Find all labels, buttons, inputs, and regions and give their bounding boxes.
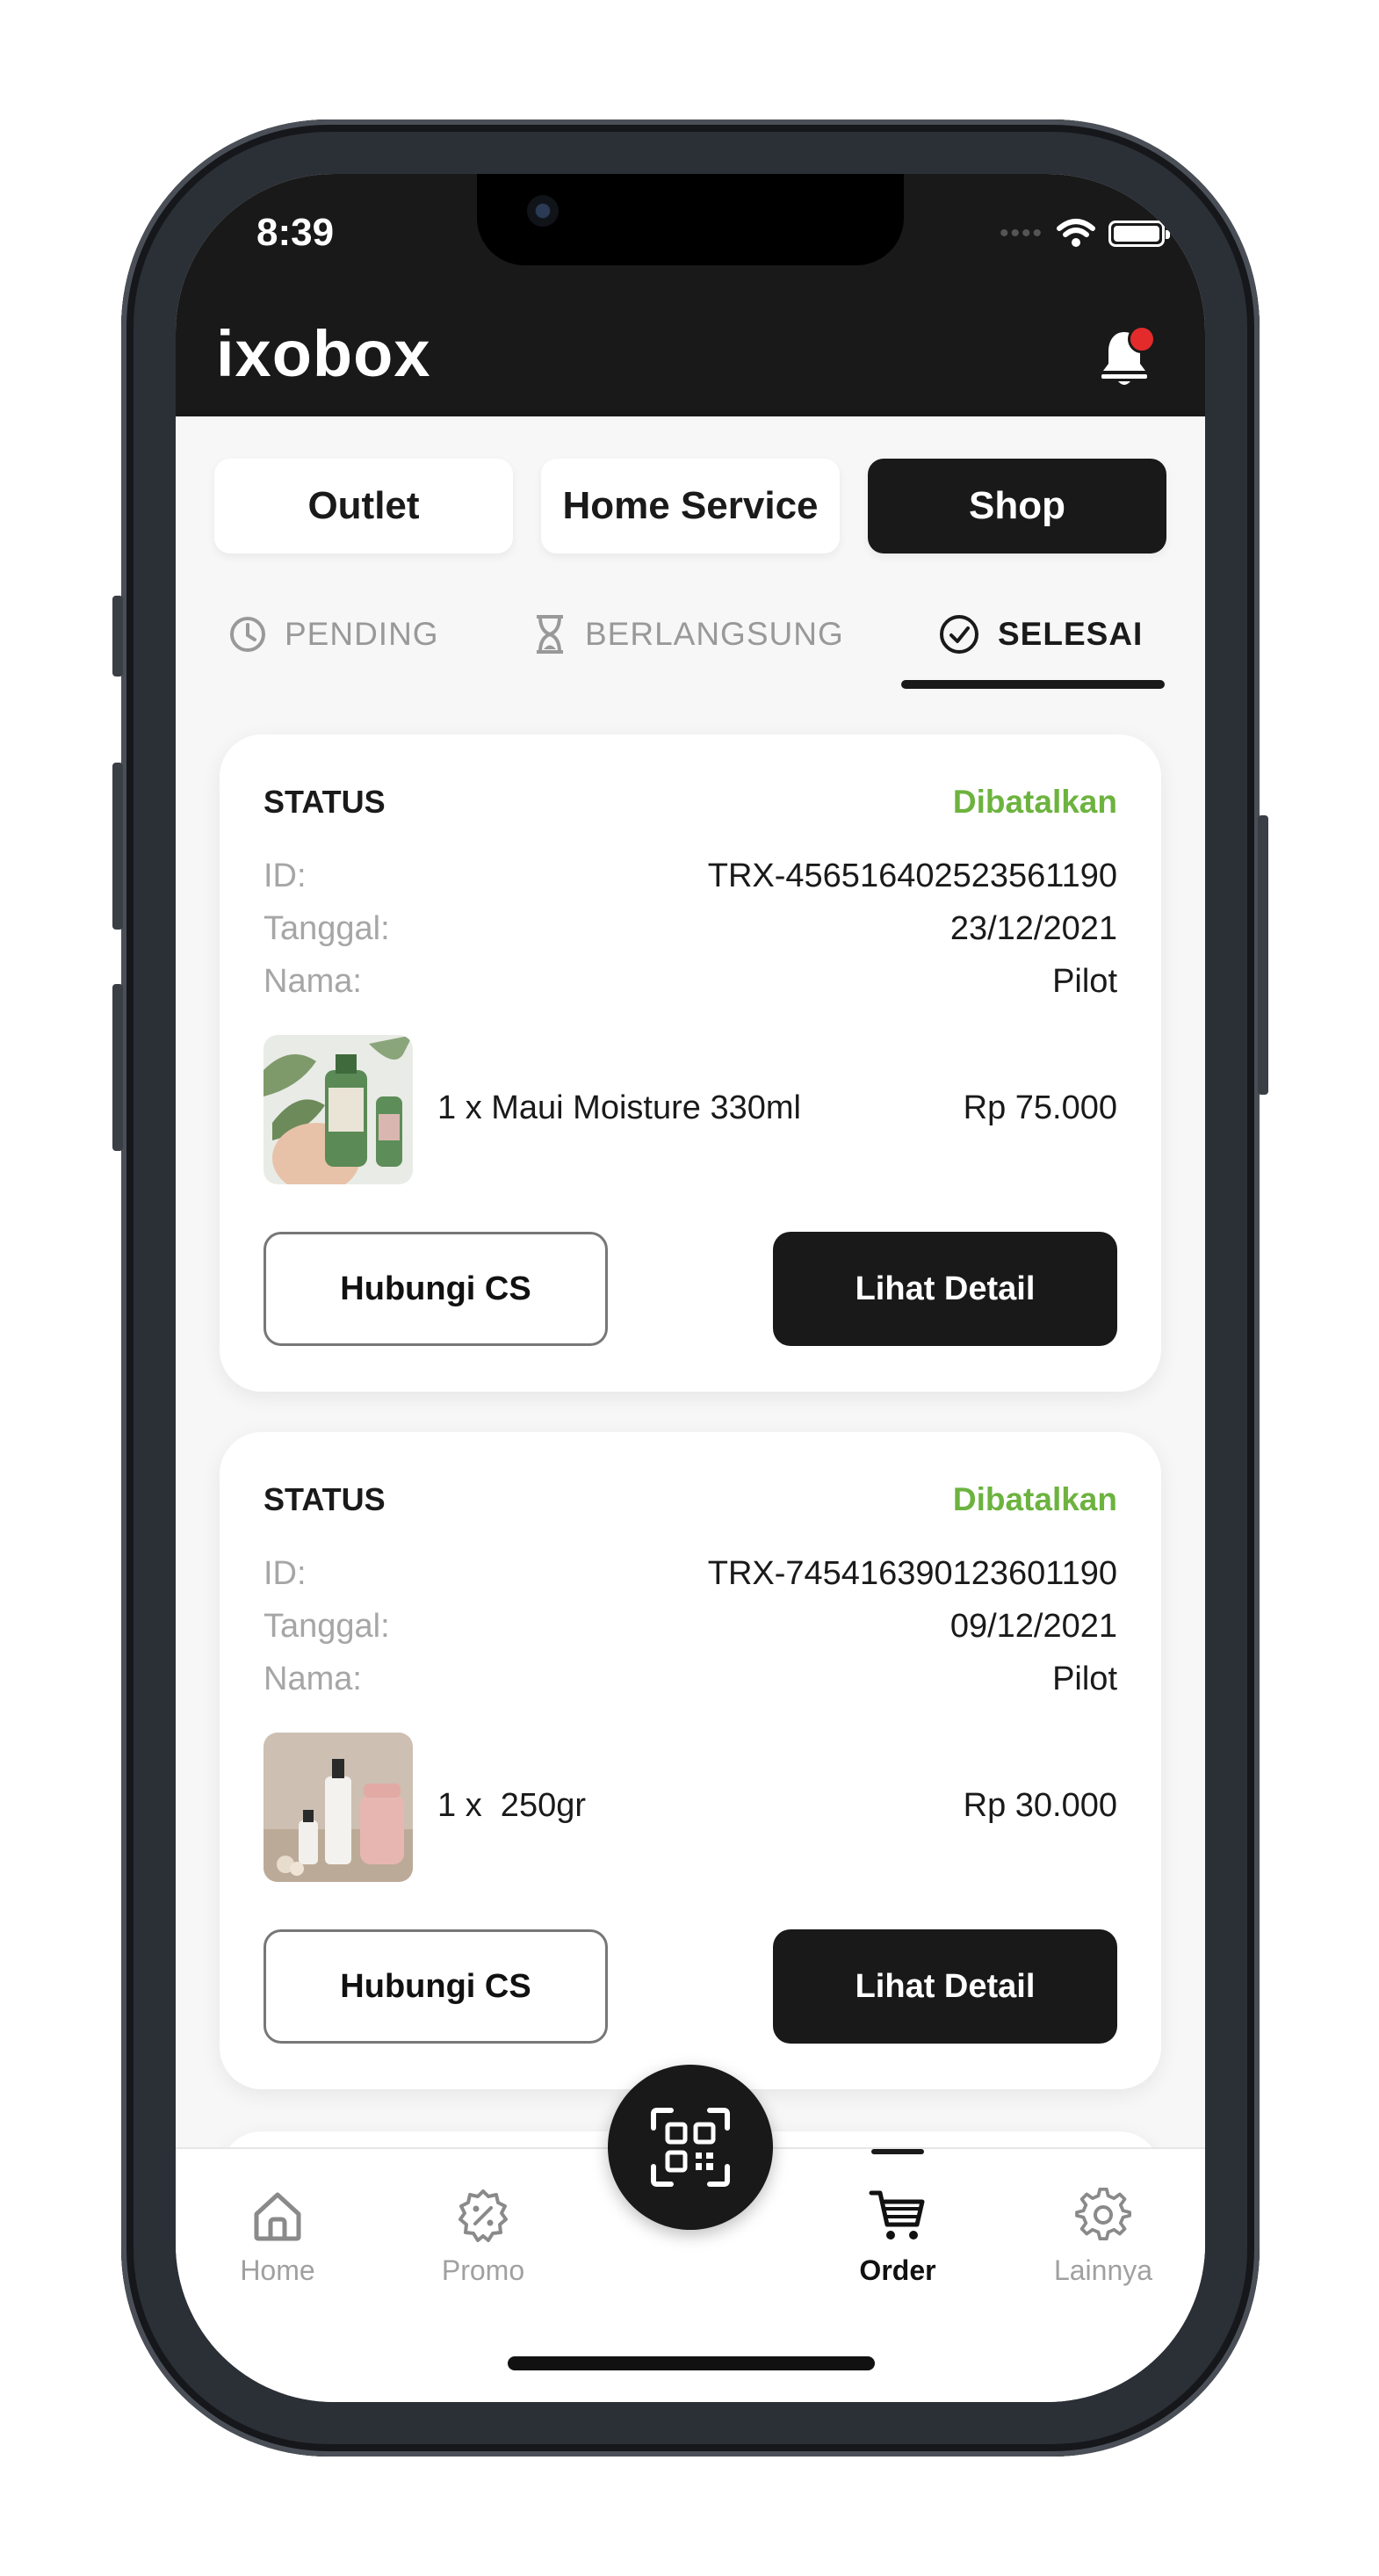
status-time: 8:39	[256, 211, 335, 254]
category-tabs: Outlet Home Service Shop	[214, 459, 1166, 554]
app-logo: ixobox	[216, 317, 431, 390]
nav-order[interactable]: Order	[810, 2188, 986, 2287]
product-price: Rp 75.000	[963, 1089, 1117, 1126]
nav-order-label: Order	[859, 2254, 936, 2286]
scan-qr-button[interactable]	[608, 2065, 773, 2230]
order-id-value: TRX-456516402523561190	[707, 857, 1117, 894]
order-card: STATUS Dibatalkan ID: TRX-45651640252356…	[220, 734, 1161, 1392]
tab-selesai-label: SELESAI	[998, 616, 1144, 652]
tab-pending-label: PENDING	[285, 616, 439, 652]
home-icon	[254, 2192, 301, 2241]
category-shop-button[interactable]: Shop	[868, 459, 1166, 554]
phone-power-button	[1258, 815, 1268, 1095]
app-screen: 8:39 •••• ixobox Outlet Home Service Sho…	[176, 174, 1205, 2402]
active-nav-indicator	[871, 2149, 924, 2154]
wifi-icon	[1057, 219, 1095, 247]
status-icons: ••••	[999, 218, 1170, 250]
order-name-value: Pilot	[1052, 1661, 1117, 1697]
status-label: STATUS	[264, 1481, 386, 1517]
order-id-label: ID:	[264, 1555, 307, 1592]
status-badge: Dibatalkan	[952, 784, 1117, 820]
order-date-label: Tanggal:	[264, 1608, 390, 1645]
nav-lainnya[interactable]: Lainnya	[1015, 2188, 1191, 2287]
nav-home[interactable]: Home	[190, 2188, 365, 2287]
category-home-service-button[interactable]: Home Service	[541, 459, 840, 554]
tab-pending[interactable]: PENDING	[228, 587, 439, 682]
product-name: 1 x Maui Moisture 330ml	[437, 1089, 801, 1126]
product-name: 1 x 250gr	[437, 1787, 586, 1824]
app-header: 8:39 •••• ixobox	[176, 174, 1205, 416]
order-card: STATUS Dibatalkan ID: TRX-74541639012360…	[220, 1432, 1161, 2089]
product-thumbnail	[264, 1035, 413, 1184]
home-indicator[interactable]	[508, 2356, 875, 2370]
clock-icon	[230, 617, 265, 652]
order-name-label: Nama:	[264, 1661, 362, 1697]
view-detail-button[interactable]: Lihat Detail	[773, 1929, 1117, 2044]
order-date-value: 23/12/2021	[949, 910, 1117, 947]
signal-icon: ••••	[999, 219, 1043, 248]
view-detail-button[interactable]: Lihat Detail	[773, 1232, 1117, 1346]
nav-home-label: Home	[240, 2254, 315, 2286]
order-name-label: Nama:	[264, 963, 362, 1000]
nav-promo[interactable]: Promo	[395, 2188, 571, 2287]
tab-selesai[interactable]: SELESAI	[938, 587, 1143, 682]
contact-cs-button[interactable]: Hubungi CS	[264, 1232, 608, 1346]
contact-cs-button[interactable]: Hubungi CS	[264, 1929, 608, 2044]
product-price: Rp 30.000	[963, 1787, 1117, 1824]
tab-berlangsung-label: BERLANGSUNG	[585, 616, 844, 652]
gear-icon	[1075, 2188, 1131, 2241]
nav-lainnya-label: Lainnya	[1053, 2254, 1153, 2286]
check-circle-icon	[940, 615, 978, 654]
order-date-label: Tanggal:	[264, 910, 390, 947]
active-tab-indicator	[901, 680, 1165, 689]
product-thumbnail	[264, 1733, 413, 1882]
order-name-value: Pilot	[1052, 963, 1117, 1000]
qr-scan-icon	[651, 2108, 730, 2187]
status-badge: Dibatalkan	[952, 1481, 1117, 1517]
notification-badge	[1128, 325, 1156, 353]
tab-berlangsung[interactable]: BERLANGSUNG	[532, 587, 844, 682]
phone-volume-up	[112, 763, 123, 930]
camera	[527, 195, 559, 227]
nav-promo-label: Promo	[441, 2254, 525, 2286]
promo-badge-icon	[458, 2189, 508, 2242]
order-id-label: ID:	[264, 857, 307, 894]
order-date-value: 09/12/2021	[949, 1608, 1117, 1645]
phone-volume-down	[112, 984, 123, 1151]
category-outlet-button[interactable]: Outlet	[214, 459, 513, 554]
cart-icon	[869, 2190, 925, 2240]
battery-icon	[1108, 221, 1170, 247]
status-label: STATUS	[264, 784, 386, 820]
hourglass-icon	[537, 615, 563, 654]
status-tabs: PENDING BERLANGSUNG SELESAI	[214, 587, 1166, 682]
phone-mute-switch	[112, 596, 123, 677]
order-id-value: TRX-745416390123601190	[707, 1555, 1117, 1592]
